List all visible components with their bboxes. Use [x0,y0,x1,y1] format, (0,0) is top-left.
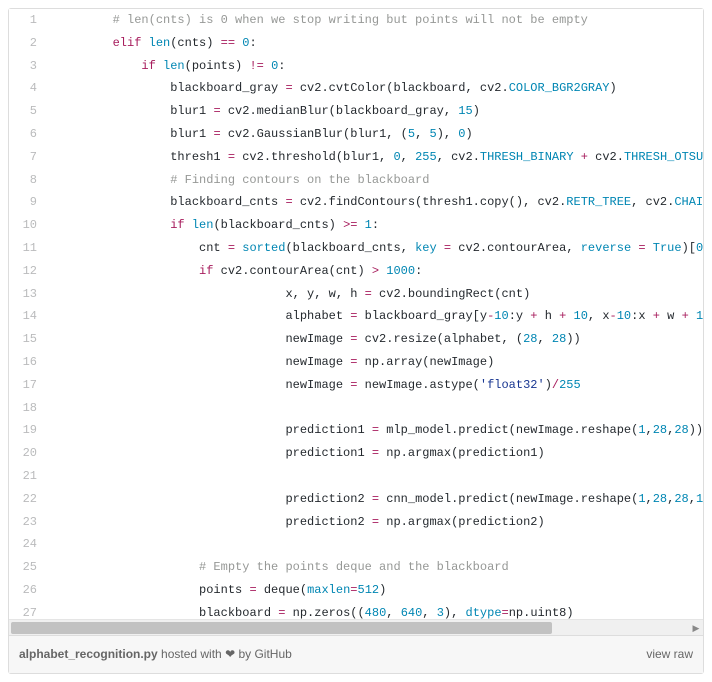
line-content[interactable] [47,397,703,420]
line-content[interactable]: thresh1 = cv2.threshold(blur1, 0, 255, c… [47,146,703,169]
line-number[interactable]: 5 [9,100,47,123]
line-content[interactable]: alphabet = blackboard_gray[y-10:y + h + … [47,305,703,328]
line-number[interactable]: 11 [9,237,47,260]
line-content[interactable]: blackboard_cnts = cv2.findContours(thres… [47,191,703,214]
line-number[interactable]: 19 [9,419,47,442]
gist-container: 1 # len(cnts) is 0 when we stop writing … [8,8,704,674]
line-number[interactable]: 3 [9,55,47,78]
code-line: 2 elif len(cnts) == 0: [9,32,703,55]
line-number[interactable]: 24 [9,533,47,556]
line-content[interactable]: prediction2 = cnn_model.predict(newImage… [47,488,703,511]
line-number[interactable]: 23 [9,511,47,534]
line-content[interactable]: if len(points) != 0: [47,55,703,78]
code-line: 9 blackboard_cnts = cv2.findContours(thr… [9,191,703,214]
line-content[interactable]: prediction1 = np.argmax(prediction1) [47,442,703,465]
line-content[interactable]: x, y, w, h = cv2.boundingRect(cnt) [47,283,703,306]
line-content[interactable]: blackboard_gray = cv2.cvtColor(blackboar… [47,77,703,100]
code-line: 3 if len(points) != 0: [9,55,703,78]
line-number[interactable]: 1 [9,9,47,32]
line-content[interactable]: prediction1 = mlp_model.predict(newImage… [47,419,703,442]
line-content[interactable]: elif len(cnts) == 0: [47,32,703,55]
line-number[interactable]: 22 [9,488,47,511]
code-line: 15 newImage = cv2.resize(alphabet, (28, … [9,328,703,351]
line-content[interactable]: blur1 = cv2.medianBlur(blackboard_gray, … [47,100,703,123]
code-line: 4 blackboard_gray = cv2.cvtColor(blackbo… [9,77,703,100]
code-line: 24 [9,533,703,556]
line-number[interactable]: 15 [9,328,47,351]
host-link[interactable]: GitHub [254,647,291,661]
code-line: 14 alphabet = blackboard_gray[y-10:y + h… [9,305,703,328]
code-line: 20 prediction1 = np.argmax(prediction1) [9,442,703,465]
line-number[interactable]: 2 [9,32,47,55]
line-number[interactable]: 8 [9,169,47,192]
code-line: 6 blur1 = cv2.GaussianBlur(blur1, (5, 5)… [9,123,703,146]
meta-left: alphabet_recognition.py hosted with ❤ by… [19,646,292,663]
line-number[interactable]: 18 [9,397,47,420]
code-line: 18 [9,397,703,420]
line-number[interactable]: 21 [9,465,47,488]
code-line: 22 prediction2 = cnn_model.predict(newIm… [9,488,703,511]
code-line: 5 blur1 = cv2.medianBlur(blackboard_gray… [9,100,703,123]
line-content[interactable]: if cv2.contourArea(cnt) > 1000: [47,260,703,283]
line-content[interactable]: points = deque(maxlen=512) [47,579,703,602]
horizontal-scrollbar[interactable]: ▶ [9,619,703,635]
line-content[interactable]: # len(cnts) is 0 when we stop writing bu… [47,9,703,32]
line-number[interactable]: 20 [9,442,47,465]
code-line: 12 if cv2.contourArea(cnt) > 1000: [9,260,703,283]
line-number[interactable]: 17 [9,374,47,397]
line-content[interactable]: prediction2 = np.argmax(prediction2) [47,511,703,534]
code-line: 7 thresh1 = cv2.threshold(blur1, 0, 255,… [9,146,703,169]
line-content[interactable]: # Empty the points deque and the blackbo… [47,556,703,579]
code-table: 1 # len(cnts) is 0 when we stop writing … [9,9,703,619]
line-content[interactable] [47,465,703,488]
code-line: 1 # len(cnts) is 0 when we stop writing … [9,9,703,32]
code-line: 8 # Finding contours on the blackboard [9,169,703,192]
line-number[interactable]: 26 [9,579,47,602]
line-number[interactable]: 27 [9,602,47,619]
line-number[interactable]: 7 [9,146,47,169]
view-raw-link[interactable]: view raw [646,646,693,663]
heart-icon: ❤ [225,647,235,661]
line-number[interactable]: 4 [9,77,47,100]
line-content[interactable]: blackboard = np.zeros((480, 640, 3), dty… [47,602,703,619]
line-number[interactable]: 12 [9,260,47,283]
code-line: 13 x, y, w, h = cv2.boundingRect(cnt) [9,283,703,306]
code-line: 16 newImage = np.array(newImage) [9,351,703,374]
line-content[interactable]: newImage = cv2.resize(alphabet, (28, 28)… [47,328,703,351]
code-line: 10 if len(blackboard_cnts) >= 1: [9,214,703,237]
code-line: 19 prediction1 = mlp_model.predict(newIm… [9,419,703,442]
line-content[interactable]: newImage = newImage.astype('float32')/25… [47,374,703,397]
line-number[interactable]: 25 [9,556,47,579]
code-line: 17 newImage = newImage.astype('float32')… [9,374,703,397]
line-content[interactable]: newImage = np.array(newImage) [47,351,703,374]
code-scroll-area[interactable]: 1 # len(cnts) is 0 when we stop writing … [9,9,703,619]
hosted-text: hosted with [158,647,225,661]
code-line: 21 [9,465,703,488]
line-number[interactable]: 14 [9,305,47,328]
code-line: 11 cnt = sorted(blackboard_cnts, key = c… [9,237,703,260]
filename-link[interactable]: alphabet_recognition.py [19,647,158,661]
line-content[interactable]: blur1 = cv2.GaussianBlur(blur1, (5, 5), … [47,123,703,146]
line-content[interactable]: # Finding contours on the blackboard [47,169,703,192]
line-number[interactable]: 13 [9,283,47,306]
scrollbar-arrow-right-icon[interactable]: ▶ [689,622,703,634]
line-content[interactable] [47,533,703,556]
scrollbar-thumb[interactable] [11,622,552,634]
line-number[interactable]: 6 [9,123,47,146]
code-line: 25 # Empty the points deque and the blac… [9,556,703,579]
code-line: 26 points = deque(maxlen=512) [9,579,703,602]
gist-meta: alphabet_recognition.py hosted with ❤ by… [9,635,703,673]
by-text: by [235,647,254,661]
line-content[interactable]: if len(blackboard_cnts) >= 1: [47,214,703,237]
line-number[interactable]: 9 [9,191,47,214]
code-line: 23 prediction2 = np.argmax(prediction2) [9,511,703,534]
line-content[interactable]: cnt = sorted(blackboard_cnts, key = cv2.… [47,237,703,260]
line-number[interactable]: 16 [9,351,47,374]
line-number[interactable]: 10 [9,214,47,237]
code-line: 27 blackboard = np.zeros((480, 640, 3), … [9,602,703,619]
